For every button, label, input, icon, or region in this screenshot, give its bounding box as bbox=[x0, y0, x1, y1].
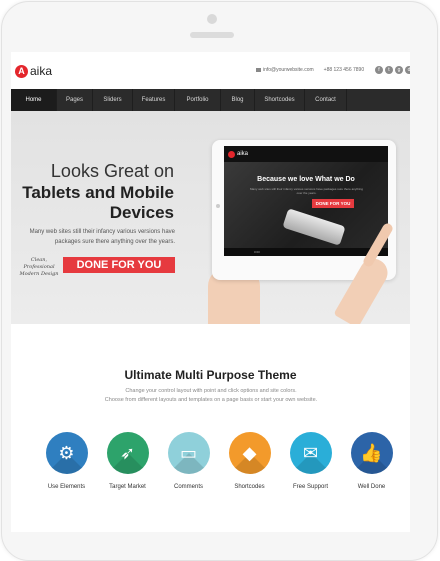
feature-free-support[interactable]: ✉ Free Support bbox=[280, 432, 341, 490]
feature-label: Target Market bbox=[109, 484, 146, 490]
tablet-screen: aika Because we love What we Do Many web… bbox=[224, 146, 388, 256]
contact-info: info@yourwebsite.com +88 123 456 7890 bbox=[256, 67, 364, 73]
phone-image bbox=[282, 208, 346, 246]
tablet-logo-mark bbox=[228, 150, 235, 158]
website-screen: A aika info@yourwebsite.com +88 123 456 … bbox=[11, 52, 410, 532]
hero-heading-line-1: Looks Great on bbox=[50, 161, 174, 181]
features-subtitle-line-2: Choose from different layouts and templa… bbox=[104, 397, 318, 403]
hero-heading-line-3: Devices bbox=[109, 203, 174, 222]
hero-description: Many web sites still their infancy vario… bbox=[29, 229, 175, 245]
tablet-player-time: 0:00 bbox=[254, 250, 260, 254]
features-section: Ultimate Multi Purpose Theme Change your… bbox=[11, 324, 410, 532]
dribbble-icon[interactable]: d bbox=[405, 66, 410, 74]
nav-item-contact[interactable]: Contact bbox=[305, 89, 347, 111]
feature-label: Well Done bbox=[357, 484, 386, 490]
logo-mark: A bbox=[15, 64, 28, 78]
feature-label: Comments bbox=[173, 484, 203, 490]
feature-well-done[interactable]: 👍 Well Done bbox=[341, 432, 402, 490]
site-header: A aika info@yourwebsite.com +88 123 456 … bbox=[11, 52, 410, 89]
google-plus-icon[interactable]: g bbox=[395, 66, 403, 74]
hero-signature: Clean, Professional Modern Design bbox=[19, 257, 59, 277]
done-for-you-button[interactable]: DONE FOR YOU bbox=[63, 257, 175, 273]
tablet-home-button bbox=[216, 204, 220, 208]
envelope-icon: ✉ bbox=[289, 432, 332, 474]
feature-label: Use Elements bbox=[47, 484, 86, 490]
tablet-logo-text: aika bbox=[237, 151, 249, 157]
tablet-slide: Because we love What we Do Many web site… bbox=[224, 162, 388, 248]
hero-section: Looks Great on Tablets and Mobile Device… bbox=[11, 111, 410, 329]
feature-target-market[interactable]: ➶ Target Market bbox=[97, 432, 158, 490]
contact-phone: +88 123 456 7890 bbox=[323, 67, 365, 73]
gear-icon: ⚙ bbox=[45, 432, 88, 474]
nav-item-home[interactable]: Home bbox=[11, 89, 57, 111]
features-subtitle-line-1: Change your control layout with point an… bbox=[125, 388, 297, 394]
tablet-headline: Because we love What we Do bbox=[257, 176, 355, 183]
tablet-cta-button: DONE FOR YOU bbox=[312, 199, 354, 208]
features-subtitle: Change your control layout with point an… bbox=[81, 387, 341, 405]
twitter-icon[interactable]: t bbox=[385, 66, 393, 74]
comment-icon: ▭ bbox=[167, 432, 210, 474]
tablet-device-mockup: A aika info@yourwebsite.com +88 123 456 … bbox=[0, 0, 440, 561]
nav-item-blog[interactable]: Blog bbox=[221, 89, 255, 111]
feature-use-elements[interactable]: ⚙ Use Elements bbox=[36, 432, 97, 490]
speaker-slot bbox=[190, 32, 234, 38]
nav-item-shortcodes[interactable]: Shortcodes bbox=[255, 89, 305, 111]
tablet-player-bar: 0:00 bbox=[224, 248, 388, 256]
tablet-site-header: aika bbox=[224, 146, 388, 162]
nav-item-sliders[interactable]: Sliders bbox=[93, 89, 133, 111]
feature-label: Free Support bbox=[292, 484, 329, 490]
compass-icon: ➶ bbox=[106, 432, 149, 474]
hero-heading-line-2: Tablets and Mobile bbox=[22, 183, 174, 202]
envelope-icon bbox=[256, 68, 261, 72]
feature-label: Shortcodes bbox=[234, 484, 265, 490]
nav-bar: Home Pages Sliders Features Portfolio Bl… bbox=[11, 89, 410, 111]
feature-comments[interactable]: ▭ Comments bbox=[158, 432, 219, 490]
social-links: f t g d bbox=[375, 66, 410, 74]
nav-item-pages[interactable]: Pages bbox=[57, 89, 93, 111]
features-title: Ultimate Multi Purpose Theme bbox=[124, 368, 297, 382]
contact-email[interactable]: info@yourwebsite.com bbox=[263, 67, 314, 73]
main-nav: Home Pages Sliders Features Portfolio Bl… bbox=[11, 89, 410, 111]
nav-item-portfolio[interactable]: Portfolio bbox=[175, 89, 221, 111]
tag-icon: ◆ bbox=[228, 432, 271, 474]
feature-icons-row: ⚙ Use Elements ➶ Target Market ▭ Comment… bbox=[11, 432, 410, 490]
nav-item-features[interactable]: Features bbox=[133, 89, 175, 111]
facebook-icon[interactable]: f bbox=[375, 66, 383, 74]
site-logo[interactable]: A aika bbox=[15, 64, 52, 78]
logo-text: aika bbox=[30, 64, 53, 78]
camera-dot bbox=[207, 14, 217, 24]
feature-shortcodes[interactable]: ◆ Shortcodes bbox=[219, 432, 280, 490]
thumbs-up-icon: 👍 bbox=[350, 432, 393, 474]
tablet-subtext: Many web sites still their infancy vario… bbox=[250, 187, 363, 195]
